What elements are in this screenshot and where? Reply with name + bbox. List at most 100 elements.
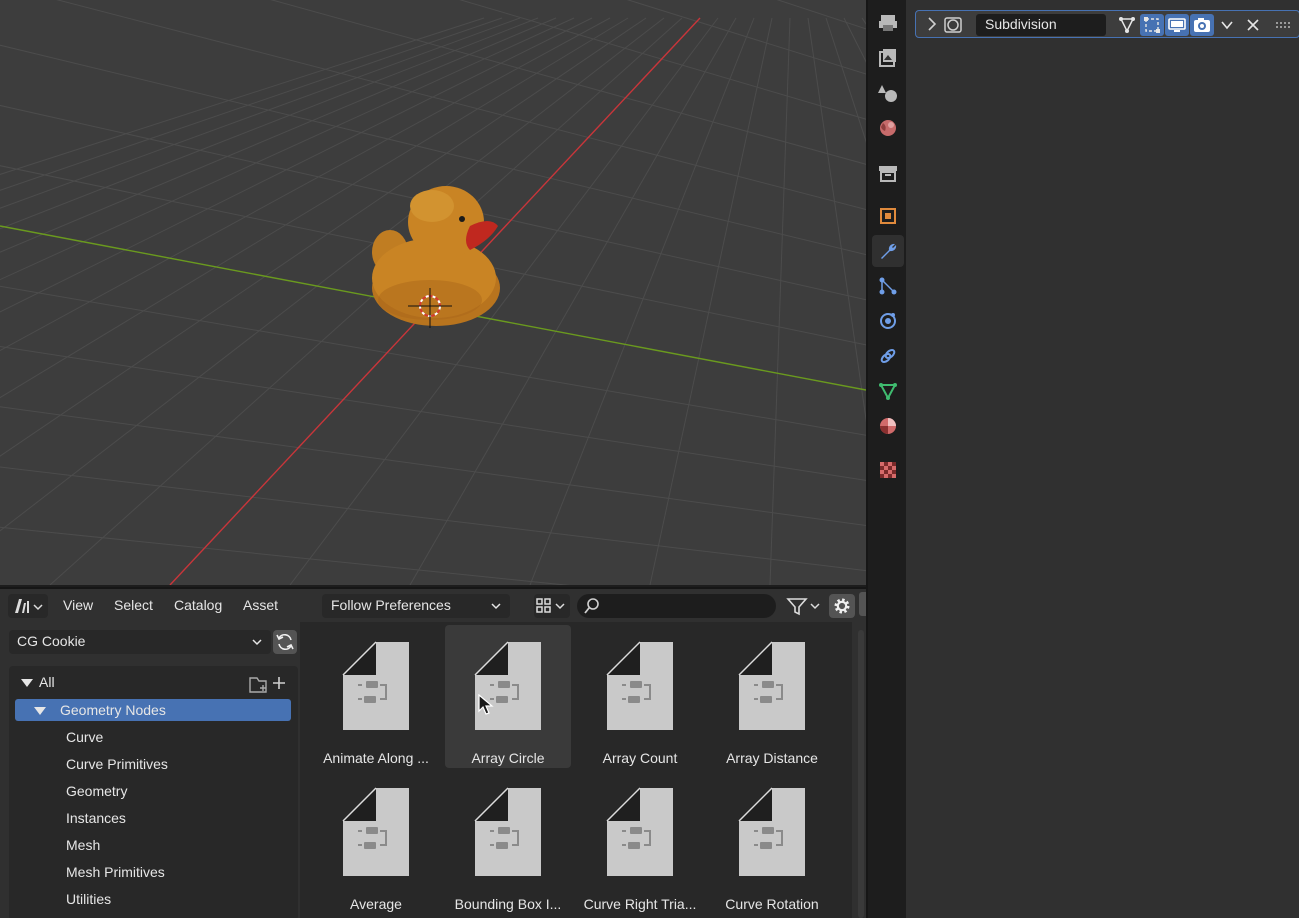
world-tab[interactable] (872, 112, 904, 144)
catalog-label: Instances (66, 810, 126, 826)
view-layer-tab[interactable] (872, 77, 904, 109)
asset-tile[interactable]: Average (313, 771, 439, 914)
chevron-right-icon[interactable] (925, 16, 939, 32)
render-toggle[interactable] (1190, 14, 1214, 36)
object-icon (880, 208, 896, 224)
asset-menu[interactable]: Asset (243, 597, 278, 613)
grid-line (825, 17, 866, 143)
asset-name: Array Circle (471, 750, 545, 766)
sidebar-region-toggle[interactable] (859, 592, 866, 616)
checker-cell (880, 474, 884, 478)
node-group-file-icon (738, 787, 805, 876)
grid-line (769, 17, 791, 585)
close-icon (1247, 19, 1259, 31)
asset-library-dropdown[interactable]: CG Cookie (9, 630, 271, 654)
asset-tile[interactable]: Curve Right Tria... (577, 771, 703, 914)
output-icon (879, 49, 896, 67)
catalog-label: Mesh Primitives (66, 864, 165, 880)
checker-cell (892, 470, 896, 474)
node-group-file-icon (606, 641, 673, 730)
grid-line (0, 17, 665, 532)
constraints-tab[interactable] (872, 340, 904, 372)
particles-tab[interactable] (872, 270, 904, 302)
modifier-name-field[interactable]: Subdivision (976, 14, 1106, 36)
editor-type-button[interactable] (8, 594, 48, 618)
output-tab[interactable] (872, 42, 904, 74)
checker-cell (888, 474, 892, 478)
display-mode-dropdown[interactable] (534, 594, 570, 618)
node-group-file-icon (606, 787, 673, 876)
refresh-library-button[interactable] (273, 630, 297, 654)
node-group-file-icon (738, 641, 805, 730)
object-tab[interactable] (872, 200, 904, 232)
asset-name: Array Distance (726, 750, 818, 766)
modifier-panel-header[interactable]: Subdivision (915, 10, 1299, 38)
asset-name: Curve Rotation (725, 896, 819, 912)
expand-triangle-icon[interactable] (34, 707, 46, 715)
view-menu[interactable]: View (63, 597, 93, 613)
asset-grid: Animate Along ... Array Circle Array Cou… (300, 622, 852, 918)
catalog-item-utilities[interactable]: Utilities (9, 888, 298, 910)
viewport-display-toggle[interactable] (1165, 14, 1189, 36)
asset-tile[interactable]: Array Circle (445, 625, 571, 768)
select-menu[interactable]: Select (114, 597, 153, 613)
expand-triangle-icon[interactable] (21, 679, 33, 687)
material-tab[interactable] (872, 410, 904, 442)
catalog-item-all[interactable]: All (9, 671, 298, 693)
world-icon (880, 120, 896, 136)
monitor-icon (1168, 18, 1186, 32)
grid-line (459, 0, 866, 120)
edit-mode-toggle[interactable] (1140, 14, 1164, 36)
search-input[interactable] (577, 594, 776, 618)
checker-cell (892, 466, 896, 470)
modifiers-tab[interactable] (872, 235, 904, 267)
3d-viewport[interactable] (0, 0, 866, 585)
catalog-label: Utilities (66, 891, 112, 907)
modifier-dropdown-button[interactable] (1215, 14, 1239, 36)
catalog-item-mesh[interactable]: Mesh (9, 834, 298, 856)
viewport-scene[interactable] (0, 0, 866, 585)
texture-icon (880, 462, 896, 478)
grid-line (270, 0, 866, 165)
new-catalog-icon[interactable] (248, 675, 270, 693)
filter-dropdown[interactable] (784, 594, 824, 618)
catalog-menu[interactable]: Catalog (174, 597, 222, 613)
asset-tile[interactable]: Animate Along ... (313, 625, 439, 768)
plus-icon[interactable] (271, 675, 287, 691)
catalog-item-instances[interactable]: Instances (9, 807, 298, 829)
duck-object[interactable] (372, 186, 500, 326)
catalog-item-mesh-primitives[interactable]: Mesh Primitives (9, 861, 298, 883)
asset-grid-scrollbar[interactable] (858, 630, 864, 918)
catalog-item-geometry[interactable]: Geometry (9, 780, 298, 802)
refresh-icon (276, 634, 294, 650)
grid-line (807, 17, 866, 423)
catalog-item-geometry-nodes[interactable]: Geometry Nodes (15, 699, 291, 721)
on-cage-button[interactable] (1115, 14, 1139, 36)
settings-button[interactable] (829, 594, 855, 618)
grid-line (529, 17, 755, 585)
material-icon (880, 418, 896, 434)
asset-library-value: CG Cookie (17, 633, 86, 649)
node-group-file-icon (342, 787, 409, 876)
tool-tab[interactable] (872, 7, 904, 39)
asset-browser: View Select Catalog Asset Follow Prefere… (0, 587, 866, 918)
asset-tile[interactable]: Bounding Box I... (445, 771, 571, 914)
asset-tile[interactable]: Curve Rotation (709, 771, 835, 914)
asset-name: Bounding Box I... (454, 896, 562, 912)
grid-line (0, 17, 647, 457)
node-group-file-icon (474, 641, 541, 730)
asset-tile[interactable]: Array Distance (709, 625, 835, 768)
catalog-item-curve[interactable]: Curve (9, 726, 298, 748)
texture-tab[interactable] (872, 454, 904, 486)
remove-modifier-button[interactable] (1241, 14, 1265, 36)
funnel-icon (786, 598, 820, 616)
data-tab[interactable] (872, 375, 904, 407)
drag-handle[interactable] (1271, 14, 1295, 36)
physics-tab[interactable] (872, 305, 904, 337)
catalog-item-curve-primitives[interactable]: Curve Primitives (9, 753, 298, 775)
import-method-dropdown[interactable]: Follow Preferences (322, 594, 510, 618)
asset-name: Animate Along ... (323, 750, 429, 766)
asset-tile[interactable]: Array Count (577, 625, 703, 768)
gear-icon (834, 598, 850, 614)
collection-tab[interactable] (872, 157, 904, 189)
